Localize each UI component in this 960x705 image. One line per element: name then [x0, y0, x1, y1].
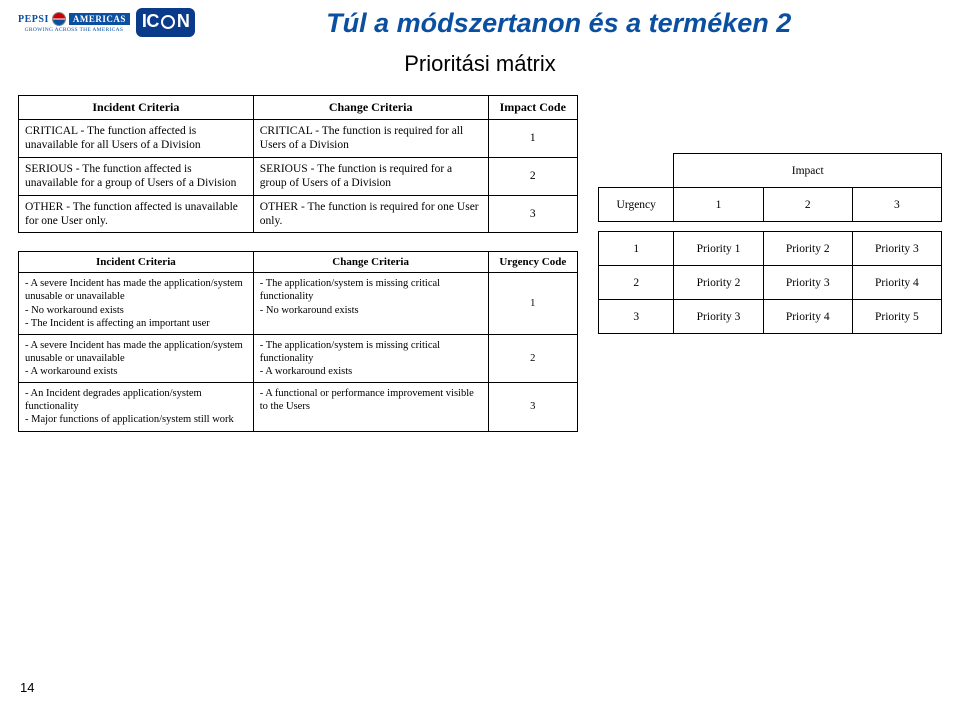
- matrix-cell: Priority 4: [763, 300, 852, 334]
- t1-r0-c2: CRITICAL - The function is required for …: [253, 120, 488, 158]
- matrix-row-1: 1: [599, 232, 674, 266]
- table-row: 2 Priority 2 Priority 3 Priority 4: [599, 266, 942, 300]
- matrix-cell: Priority 2: [763, 232, 852, 266]
- matrix-cell: Priority 1: [674, 232, 763, 266]
- table-row: - A severe Incident has made the applica…: [19, 334, 578, 382]
- t2-r2-c1: - An Incident degrades application/syste…: [19, 383, 254, 431]
- t2-head-code: Urgency Code: [488, 252, 577, 273]
- table-row: SERIOUS - The function affected is unava…: [19, 157, 578, 195]
- t2-r0-c3: 1: [488, 273, 577, 335]
- matrix-urgency-label: Urgency: [599, 188, 674, 222]
- matrix-cell: Priority 4: [852, 266, 941, 300]
- matrix-cell: Priority 3: [763, 266, 852, 300]
- icon-logo-text1: IC: [142, 11, 159, 32]
- t2-r1-c3: 2: [488, 334, 577, 382]
- table-row: 1 Priority 1 Priority 2 Priority 3: [599, 232, 942, 266]
- t2-r1-c2: - The application/system is missing crit…: [253, 334, 488, 382]
- urgency-criteria-table: Incident Criteria Change Criteria Urgenc…: [18, 251, 578, 431]
- page-title: Túl a módszertanon és a terméken 2: [195, 8, 942, 39]
- page-number: 14: [20, 680, 34, 695]
- t2-r2-c3: 3: [488, 383, 577, 431]
- pepsi-ball-icon: [52, 12, 66, 26]
- t2-head-change: Change Criteria: [253, 252, 488, 273]
- t1-r1-c1: SERIOUS - The function affected is unava…: [19, 157, 254, 195]
- pepsi-text: PEPSI: [18, 14, 49, 25]
- pepsi-americas-logo: PEPSI AMERICAS GROWING ACROSS THE AMERIC…: [18, 12, 130, 33]
- icon-logo: IC N: [136, 8, 196, 37]
- matrix-row-3: 3: [599, 300, 674, 334]
- table-row: 3 Priority 3 Priority 4 Priority 5: [599, 300, 942, 334]
- matrix-cell: Priority 3: [852, 232, 941, 266]
- t2-r2-c2: - A functional or performance improvemen…: [253, 383, 488, 431]
- table-row: OTHER - The function affected is unavail…: [19, 195, 578, 233]
- t1-r2-c2: OTHER - The function is required for one…: [253, 195, 488, 233]
- t2-r0-c2: - The application/system is missing crit…: [253, 273, 488, 335]
- priority-matrix: Impact Urgency 1 2 3 1 Priority 1 Priori…: [598, 153, 942, 334]
- t2-head-incident: Incident Criteria: [19, 252, 254, 273]
- americas-text: AMERICAS: [69, 13, 130, 25]
- table-row: CRITICAL - The function affected is unav…: [19, 120, 578, 158]
- t2-r0-c1: - A severe Incident has made the applica…: [19, 273, 254, 335]
- t1-r1-c2: SERIOUS - The function is required for a…: [253, 157, 488, 195]
- table-row: - An Incident degrades application/syste…: [19, 383, 578, 431]
- matrix-col-2: 2: [763, 188, 852, 222]
- page-subtitle: Prioritási mátrix: [0, 51, 960, 77]
- matrix-impact-label: Impact: [674, 154, 942, 188]
- t1-r2-c1: OTHER - The function affected is unavail…: [19, 195, 254, 233]
- matrix-cell: Priority 2: [674, 266, 763, 300]
- matrix-cell: Priority 5: [852, 300, 941, 334]
- impact-criteria-table: Incident Criteria Change Criteria Impact…: [18, 95, 578, 233]
- t1-head-code: Impact Code: [488, 96, 577, 120]
- t2-r1-c1: - A severe Incident has made the applica…: [19, 334, 254, 382]
- matrix-cell: Priority 3: [674, 300, 763, 334]
- t1-r0-c3: 1: [488, 120, 577, 158]
- matrix-col-1: 1: [674, 188, 763, 222]
- t1-r2-c3: 3: [488, 195, 577, 233]
- icon-logo-text2: N: [177, 11, 190, 32]
- table-row: - A severe Incident has made the applica…: [19, 273, 578, 335]
- pepsi-tagline: GROWING ACROSS THE AMERICAS: [25, 27, 124, 33]
- ring-icon: [161, 15, 175, 29]
- t1-head-incident: Incident Criteria: [19, 96, 254, 120]
- matrix-row-2: 2: [599, 266, 674, 300]
- matrix-col-3: 3: [852, 188, 941, 222]
- t1-r1-c3: 2: [488, 157, 577, 195]
- t1-head-change: Change Criteria: [253, 96, 488, 120]
- brand-logos: PEPSI AMERICAS GROWING ACROSS THE AMERIC…: [18, 8, 195, 37]
- t1-r0-c1: CRITICAL - The function affected is unav…: [19, 120, 254, 158]
